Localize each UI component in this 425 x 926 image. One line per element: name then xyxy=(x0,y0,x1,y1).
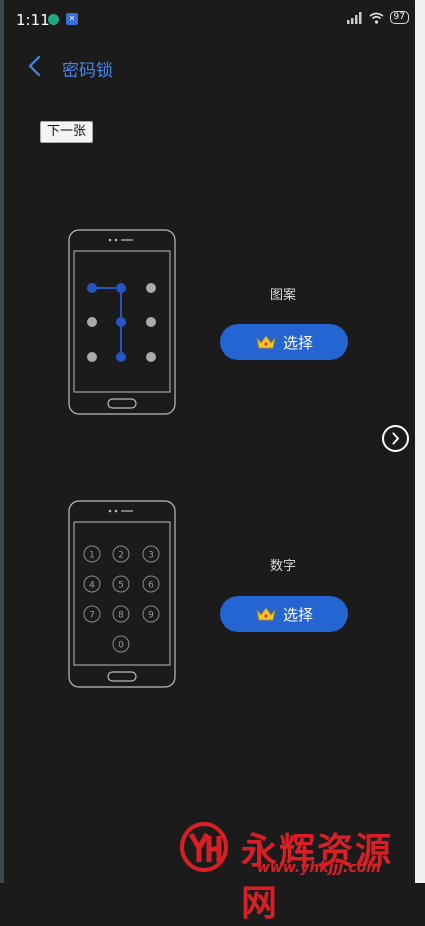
crown-icon xyxy=(256,335,276,349)
pattern-phone-illustration xyxy=(68,229,176,415)
notification-dot-icon xyxy=(48,14,59,25)
battery-icon: 97 xyxy=(389,11,409,24)
app-badge-icon: ✕ xyxy=(66,13,78,25)
pattern-option-label: 图案 xyxy=(270,288,297,303)
wifi-icon xyxy=(369,12,384,24)
keypad-digit-8: 8 xyxy=(118,611,124,621)
status-bar: 1:11 ✕ 97 xyxy=(4,0,415,38)
device-frame-right xyxy=(415,0,425,883)
system-icons: 97 xyxy=(346,11,409,24)
watermark: 永辉资源网 www.yhkjjj.com xyxy=(179,818,419,924)
keypad-digit-0: 0 xyxy=(118,641,124,651)
keypad-digit-2: 2 xyxy=(118,551,124,561)
number-option-label: 数字 xyxy=(270,559,297,574)
status-time: 1:11 xyxy=(16,11,50,29)
next-image-tooltip[interactable]: 下一张 xyxy=(40,121,94,143)
hd-signal-icon xyxy=(346,11,362,24)
keypad-digit-7: 7 xyxy=(89,611,95,621)
keypad-digit-3: 3 xyxy=(148,551,154,561)
keypad-digit-9: 9 xyxy=(148,611,154,621)
select-pattern-label: 选择 xyxy=(282,333,313,352)
keypad-digit-1: 1 xyxy=(89,551,95,561)
select-number-button[interactable]: 选择 xyxy=(220,596,348,632)
keypad-digit-4: 4 xyxy=(89,581,95,591)
watermark-logo xyxy=(180,822,228,872)
watermark-url: www.yhkjjj.com xyxy=(257,860,381,876)
keypad-digit-5: 5 xyxy=(118,581,124,591)
crown-icon xyxy=(256,607,276,621)
app-screen: 1:11 ✕ 97 密码锁 下一张 图案 选择 1 2 3 4 5 6 7 8 … xyxy=(4,0,415,924)
chevron-left-icon[interactable] xyxy=(24,54,48,78)
page-title: 密码锁 xyxy=(62,61,113,81)
number-phone-illustration: 1 2 3 4 5 6 7 8 9 0 xyxy=(68,500,176,688)
select-pattern-button[interactable]: 选择 xyxy=(220,324,348,360)
select-number-label: 选择 xyxy=(282,605,313,624)
keypad-digit-6: 6 xyxy=(148,581,154,591)
chevron-right-circle-icon[interactable] xyxy=(382,425,409,452)
